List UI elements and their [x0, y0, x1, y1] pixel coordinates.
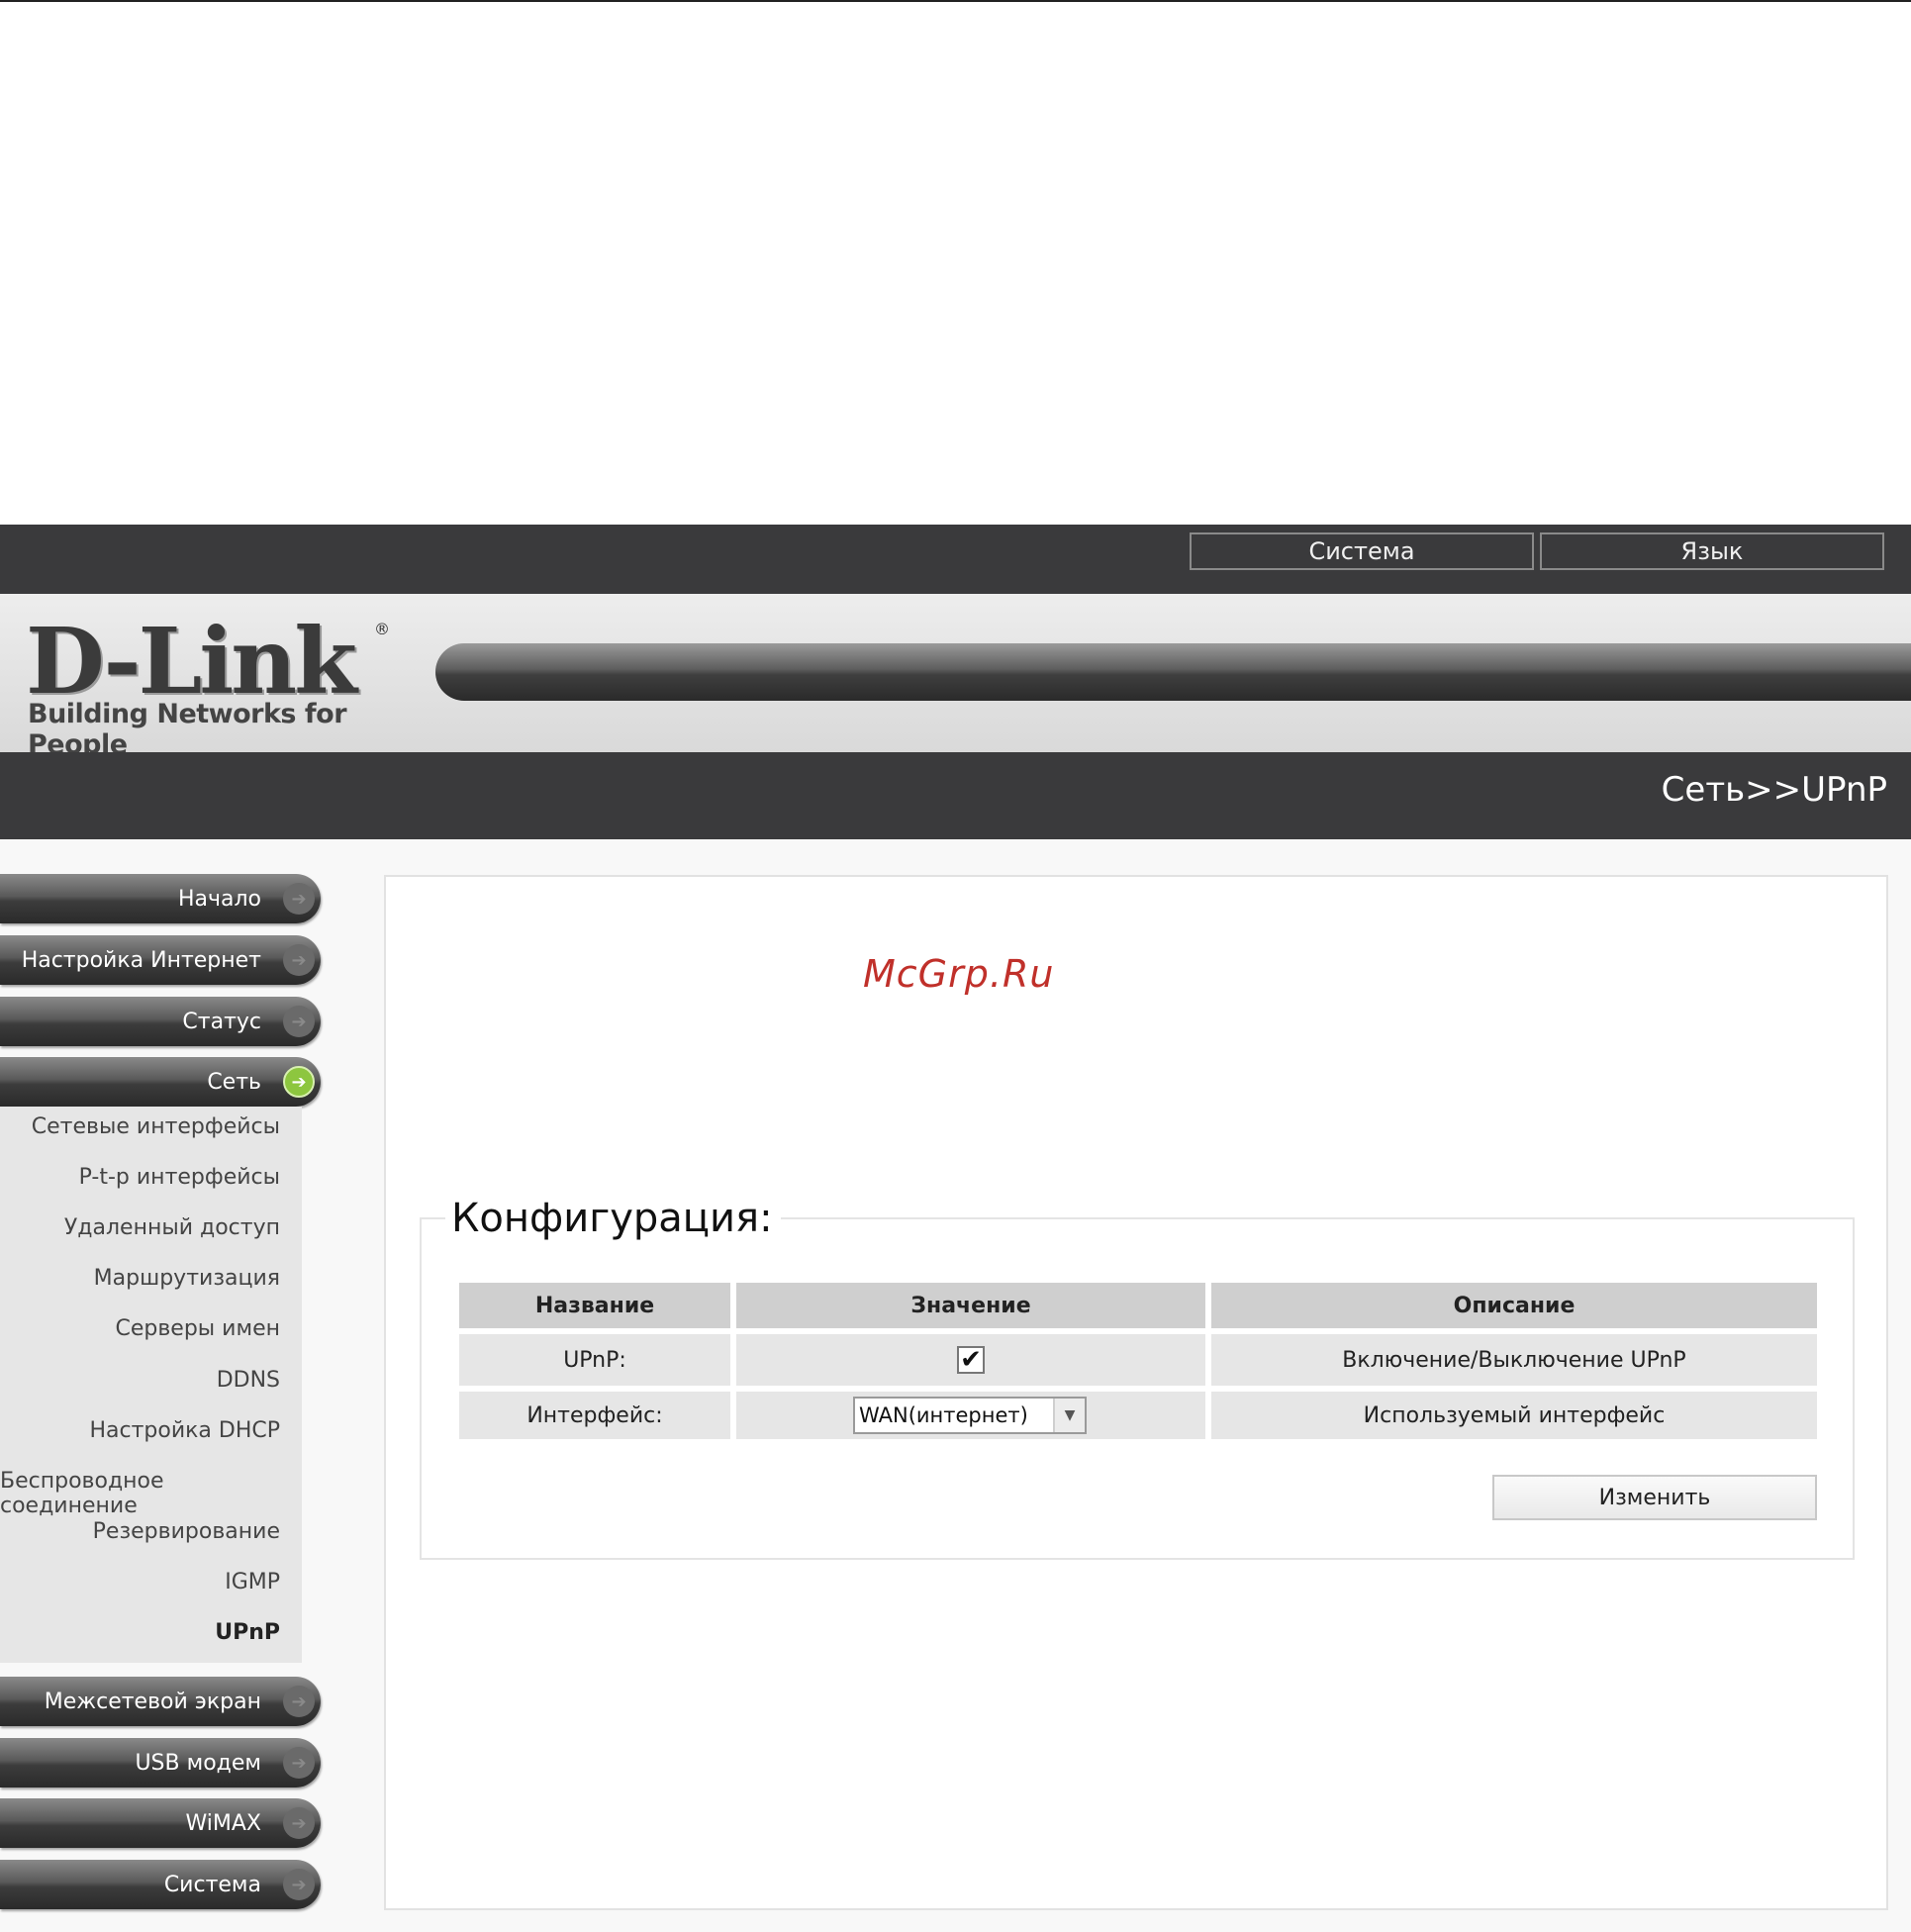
apply-button-label: Изменить	[1598, 1485, 1711, 1510]
system-menu-label: Система	[1308, 537, 1415, 565]
content-panel: McGrp.Ru Конфигурация: Название Значение…	[384, 875, 1888, 1910]
breadcrumb-bar: Сеть>>UPnP	[0, 752, 1911, 839]
arrow-right-icon: ➔	[283, 1066, 315, 1098]
row-label: UPnP:	[563, 1347, 626, 1373]
row-interface-description: Используемый интерфейс	[1211, 1392, 1817, 1439]
submenu-item-dhcp[interactable]: Настройка DHCP	[89, 1418, 280, 1443]
column-header-label: Описание	[1453, 1293, 1576, 1318]
row-description: Включение/Выключение UPnP	[1342, 1347, 1686, 1373]
arrow-right-icon: ➔	[283, 1807, 315, 1839]
menu-item-system[interactable]: Система ➔	[0, 1860, 321, 1909]
logo-tagline: Building Networks for People	[28, 699, 347, 760]
submenu-item-routing[interactable]: Маршрутизация	[94, 1266, 280, 1291]
top-bar: Система Язык	[0, 525, 1911, 594]
submenu-item-upnp[interactable]: UPnP	[215, 1620, 280, 1645]
interface-select[interactable]: WAN(интернет) ▼	[853, 1397, 1087, 1434]
row-upnp-name: UPnP:	[459, 1334, 730, 1386]
submenu-item-backup[interactable]: Резервирование	[93, 1519, 280, 1544]
banner: D-Link ® Building Networks for People	[0, 594, 1911, 760]
column-header-label: Значение	[910, 1293, 1031, 1318]
menu-item-label: Начало	[177, 886, 261, 912]
menu-item-label: USB модем	[135, 1750, 261, 1776]
row-upnp-description: Включение/Выключение UPnP	[1211, 1334, 1817, 1386]
menu-item-label: Система	[163, 1872, 261, 1897]
arrow-right-icon: ➔	[283, 944, 315, 976]
upnp-enable-checkbox[interactable]: ✔	[957, 1346, 985, 1374]
configuration-legend: Конфигурация:	[445, 1196, 781, 1241]
watermark: McGrp.Ru	[863, 952, 1055, 996]
language-menu-button[interactable]: Язык	[1540, 532, 1884, 570]
arrow-right-icon: ➔	[283, 1686, 315, 1717]
row-label: Интерфейс:	[526, 1402, 663, 1428]
column-header-label: Название	[534, 1293, 655, 1318]
breadcrumb: Сеть>>UPnP	[1661, 770, 1887, 810]
menu-item-label: WiMAX	[185, 1810, 261, 1836]
row-description: Используемый интерфейс	[1363, 1402, 1666, 1428]
menu-item-firewall[interactable]: Межсетевой экран ➔	[0, 1677, 321, 1726]
column-header-value: Значение	[736, 1283, 1205, 1328]
menu-item-home[interactable]: Начало ➔	[0, 874, 321, 923]
menu-item-internet-setup[interactable]: Настройка Интернет ➔	[0, 935, 321, 985]
menu-item-usb-modem[interactable]: USB модем ➔	[0, 1738, 321, 1787]
menu-item-status[interactable]: Статус ➔	[0, 997, 321, 1046]
apply-button[interactable]: Изменить	[1492, 1475, 1817, 1520]
router-web-ui: Система Язык D-Link ® Building Networks …	[0, 525, 1911, 1932]
menu-item-label: Настройка Интернет	[21, 947, 261, 973]
chevron-down-icon[interactable]: ▼	[1053, 1399, 1085, 1432]
menu-item-wimax[interactable]: WiMAX ➔	[0, 1798, 321, 1848]
checkmark-icon: ✔	[960, 1345, 982, 1375]
menu-item-network[interactable]: Сеть ➔	[0, 1057, 321, 1107]
arrow-right-icon: ➔	[283, 1747, 315, 1779]
menu-item-label: Сеть	[207, 1069, 261, 1095]
arrow-right-icon: ➔	[283, 1006, 315, 1037]
language-menu-label: Язык	[1680, 537, 1744, 565]
submenu-item-remote-access[interactable]: Удаленный доступ	[64, 1215, 280, 1240]
logo-registered-mark: ®	[374, 620, 390, 638]
logo-wordmark: D-Link	[26, 608, 357, 715]
menu-item-label: Межсетевой экран	[44, 1689, 261, 1714]
submenu-item-name-servers[interactable]: Серверы имен	[115, 1316, 280, 1341]
arrow-right-icon: ➔	[283, 883, 315, 915]
network-submenu: Сетевые интерфейсы P-t-p интерфейсы Удал…	[0, 1107, 302, 1663]
row-interface-value: WAN(интернет) ▼	[736, 1392, 1205, 1439]
menu-item-label: Статус	[182, 1009, 261, 1034]
column-header-description: Описание	[1211, 1283, 1817, 1328]
row-upnp-value: ✔	[736, 1334, 1205, 1386]
system-menu-button[interactable]: Система	[1190, 532, 1534, 570]
submenu-item-igmp[interactable]: IGMP	[225, 1570, 280, 1594]
column-header-name: Название	[459, 1283, 730, 1328]
row-interface-name: Интерфейс:	[459, 1392, 730, 1439]
submenu-item-network-interfaces[interactable]: Сетевые интерфейсы	[32, 1114, 280, 1139]
interface-select-value: WAN(интернет)	[859, 1403, 1028, 1427]
dlink-logo[interactable]: D-Link ® Building Networks for People	[26, 608, 402, 760]
arrow-right-icon: ➔	[283, 1869, 315, 1900]
submenu-item-ptp-interfaces[interactable]: P-t-p интерфейсы	[79, 1165, 280, 1190]
configuration-fieldset: Конфигурация: Название Значение Описание…	[420, 1196, 1855, 1560]
submenu-item-wireless[interactable]: Беспроводное соединение	[0, 1469, 280, 1518]
banner-decorative-bar	[435, 643, 1911, 701]
submenu-item-ddns[interactable]: DDNS	[217, 1368, 280, 1393]
top-rule	[0, 0, 1911, 2]
